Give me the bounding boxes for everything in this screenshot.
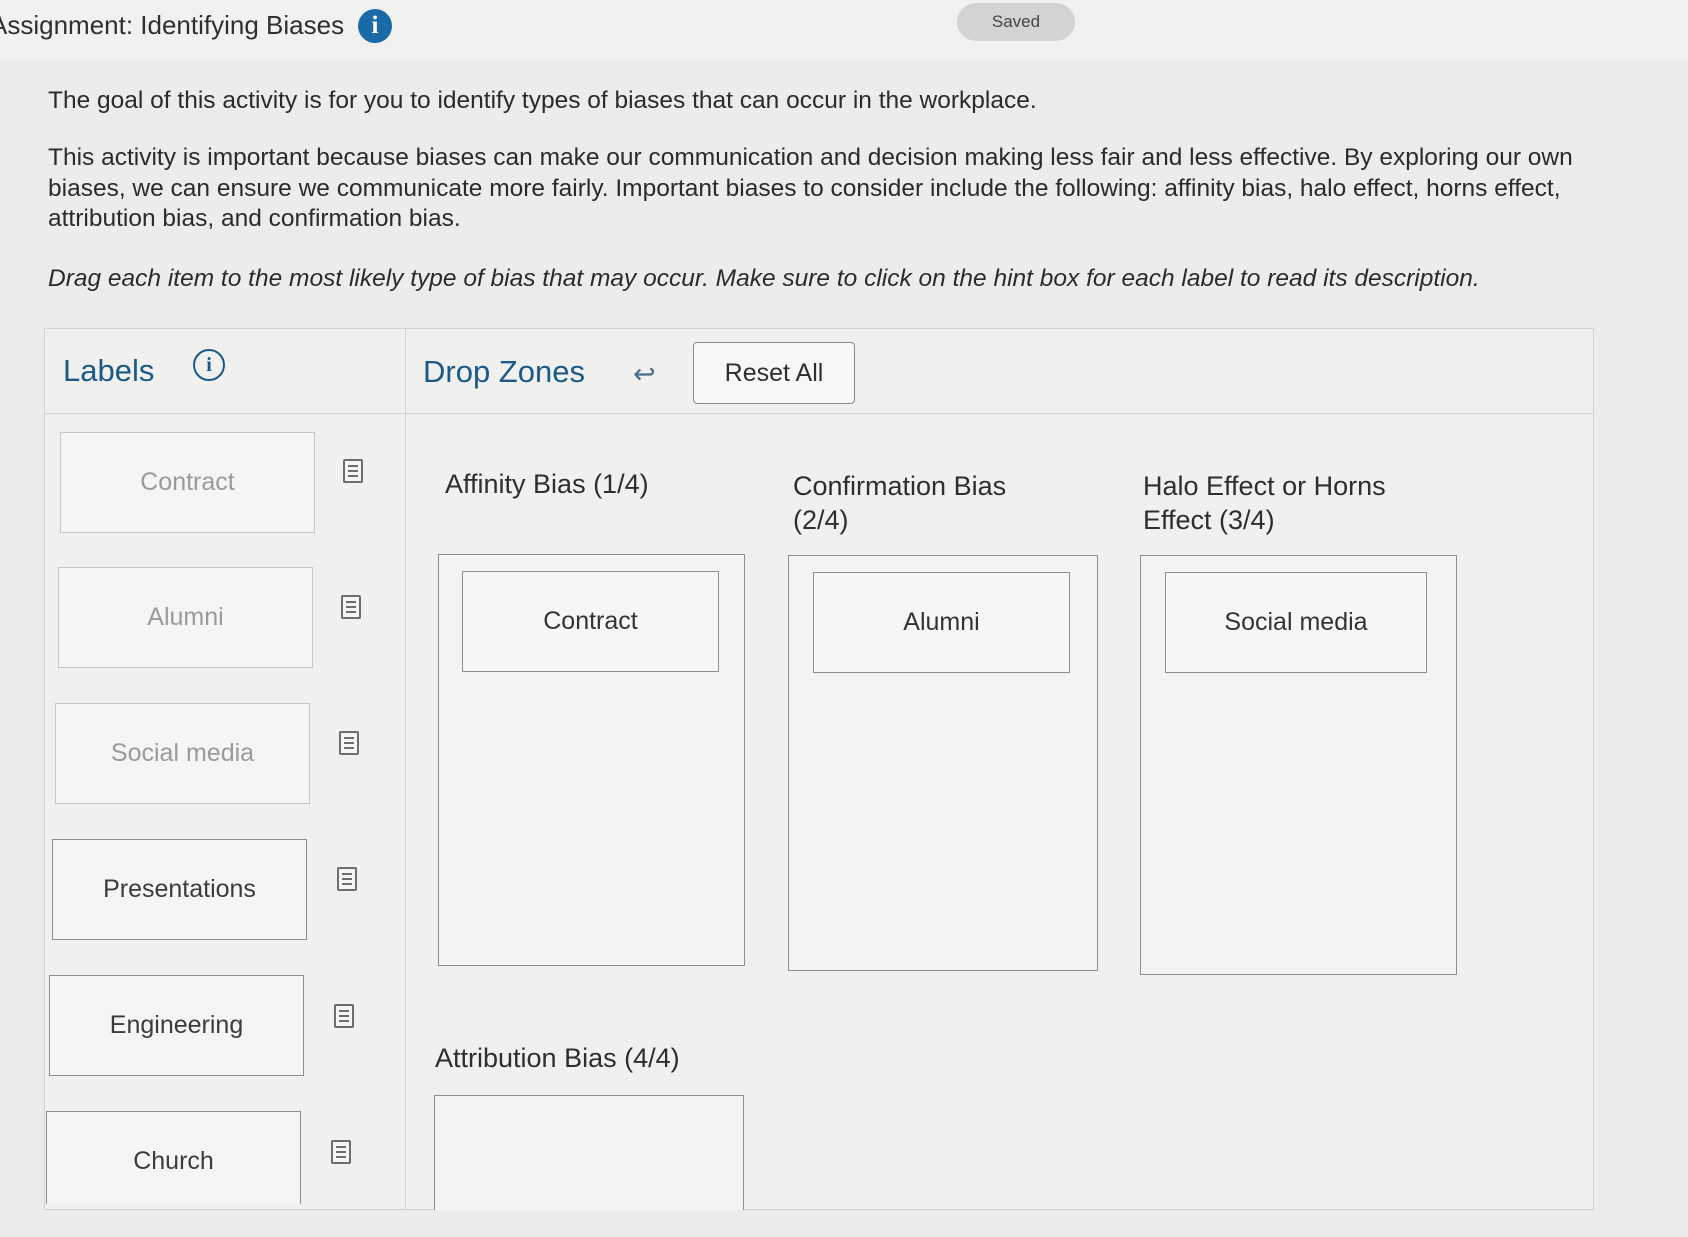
instruction-paragraph: Drag each item to the most likely type o… [48, 265, 1480, 292]
top-bar: Assignment: Identifying Biases i Saved [0, 0, 1688, 60]
hint-document-icon[interactable] [341, 595, 361, 619]
placed-item-alumni[interactable]: Alumni [813, 572, 1070, 673]
panel-divider [405, 329, 406, 1209]
placed-item-contract[interactable]: Contract [462, 571, 719, 672]
activity-panel: Labels i Drop Zones ↩ Reset All Contract… [44, 328, 1594, 1210]
panel-header: Labels i Drop Zones ↩ Reset All [45, 329, 1593, 414]
drop-zones-heading: Drop Zones [423, 354, 585, 389]
importance-paragraph: This activity is important because biase… [48, 144, 1573, 232]
drop-zone-halo-horns-effect[interactable]: Social media [1140, 555, 1457, 975]
saved-status-badge: Saved [957, 3, 1075, 41]
labels-info-icon[interactable]: i [193, 349, 225, 381]
label-card-church[interactable]: Church [46, 1111, 301, 1204]
reset-all-button[interactable]: Reset All [693, 342, 855, 404]
info-icon[interactable]: i [358, 9, 392, 43]
label-card-presentations[interactable]: Presentations [52, 839, 307, 940]
label-card-social-media[interactable]: Social media [55, 703, 310, 804]
hint-document-icon[interactable] [339, 731, 359, 755]
zone-title-halo-horns-effect: Halo Effect or Horns Effect (3/4) [1143, 471, 1386, 535]
hint-document-icon[interactable] [331, 1140, 351, 1164]
label-card-alumni[interactable]: Alumni [58, 567, 313, 668]
zone-title-confirmation-bias: Confirmation Bias (2/4) [793, 471, 1007, 535]
hint-document-icon[interactable] [337, 867, 357, 891]
assignment-title: Assignment: Identifying Biases [0, 10, 345, 40]
drop-zone-affinity-bias[interactable]: Contract [438, 554, 745, 966]
label-card-engineering[interactable]: Engineering [49, 975, 304, 1076]
hint-document-icon[interactable] [343, 459, 363, 483]
goal-paragraph: The goal of this activity is for you to … [48, 87, 1037, 114]
labels-heading: Labels [63, 353, 155, 388]
hint-document-icon[interactable] [334, 1004, 354, 1028]
undo-arrow-icon[interactable]: ↩ [633, 359, 656, 390]
label-card-contract[interactable]: Contract [60, 432, 315, 533]
placed-item-social-media[interactable]: Social media [1165, 572, 1427, 673]
zone-title-affinity-bias: Affinity Bias (1/4) [445, 469, 649, 499]
drop-zone-attribution-bias[interactable] [434, 1095, 744, 1210]
zone-title-attribution-bias: Attribution Bias (4/4) [435, 1043, 680, 1073]
drop-zone-confirmation-bias[interactable]: Alumni [788, 555, 1098, 971]
